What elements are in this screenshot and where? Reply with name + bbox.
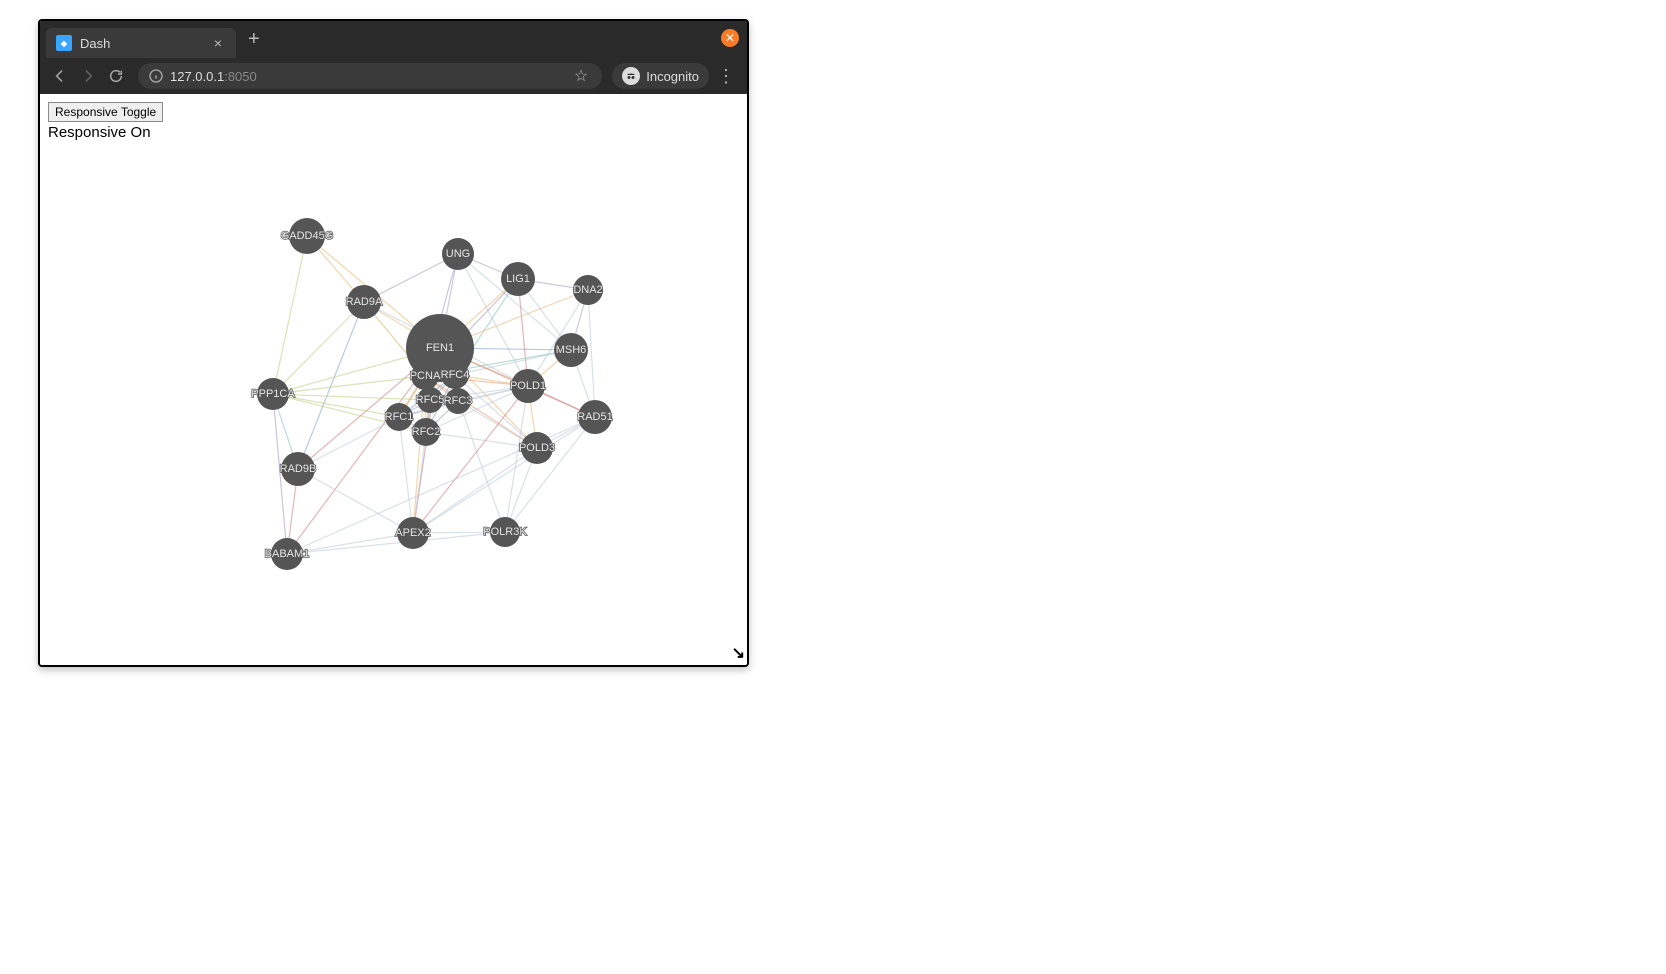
svg-text:UNG: UNG — [446, 248, 470, 260]
graph-node-polr3k[interactable]: POLR3K — [483, 517, 527, 547]
svg-text:RAD9B: RAD9B — [280, 463, 317, 475]
svg-text:RFC3: RFC3 — [444, 395, 473, 407]
url-port: :8050 — [224, 69, 257, 84]
incognito-badge[interactable]: Incognito — [612, 63, 709, 89]
incognito-icon — [622, 67, 640, 85]
browser-menu-icon[interactable]: ⋮ — [713, 67, 739, 85]
reload-button[interactable] — [104, 64, 128, 88]
window-close-icon[interactable]: ✕ — [721, 29, 739, 47]
graph-node-babam1[interactable]: BABAM1 — [265, 538, 310, 570]
favicon-icon: ◆ — [56, 35, 72, 51]
svg-text:FEN1: FEN1 — [426, 342, 454, 354]
graph-edge[interactable] — [298, 417, 399, 469]
browser-tab[interactable]: ◆ Dash × — [46, 28, 236, 58]
new-tab-button[interactable]: + — [240, 26, 268, 53]
graph-node-pold1[interactable]: POLD1 — [510, 369, 546, 403]
graph-node-gadd45g[interactable]: GADD45G — [281, 218, 334, 254]
page-content: Responsive Toggle Responsive On GADD45GU… — [40, 94, 747, 665]
svg-text:GADD45G: GADD45G — [281, 230, 334, 242]
graph-node-rad9b[interactable]: RAD9B — [280, 452, 317, 486]
graph-edge[interactable] — [273, 302, 364, 394]
svg-text:PCNA: PCNA — [410, 370, 441, 382]
svg-text:RFC4: RFC4 — [441, 369, 470, 381]
graph-node-dna2[interactable]: DNA2 — [573, 275, 603, 305]
graph-edge[interactable] — [273, 376, 425, 394]
browser-toolbar: 127.0.0.1:8050 ☆ Incognito ⋮ — [40, 58, 747, 94]
forward-button[interactable] — [76, 64, 100, 88]
svg-text:POLD1: POLD1 — [510, 380, 546, 392]
browser-window: ◆ Dash × + ✕ 127.0.0.1:8050 — [38, 19, 749, 667]
url-host: 127.0.0.1 — [170, 69, 224, 84]
graph-node-rfc1[interactable]: RFC1 — [385, 403, 414, 431]
graph-node-rad51[interactable]: RAD51 — [577, 400, 612, 434]
svg-text:RFC2: RFC2 — [412, 426, 441, 438]
site-info-icon[interactable] — [148, 68, 164, 84]
graph-edge[interactable] — [505, 417, 595, 532]
svg-text:LIG1: LIG1 — [506, 273, 530, 285]
graph-node-ung[interactable]: UNG — [442, 238, 474, 270]
graph-edge[interactable] — [273, 394, 430, 400]
resize-handle-icon[interactable]: ↘ — [732, 643, 745, 663]
cytoscape-graph[interactable]: GADD45G UNG LIG1 DNA2 RAD9A FEN1 MSH6 PCNARFC4 P… — [40, 94, 747, 665]
svg-text:PPP1CA: PPP1CA — [251, 388, 295, 400]
svg-text:RFC5: RFC5 — [416, 394, 445, 406]
svg-text:RAD9A: RAD9A — [346, 296, 383, 308]
graph-edge[interactable] — [298, 302, 364, 469]
graph-edge[interactable] — [505, 386, 528, 532]
back-button[interactable] — [48, 64, 72, 88]
tab-close-icon[interactable]: × — [210, 34, 226, 52]
tab-strip: ◆ Dash × + ✕ — [40, 21, 747, 58]
bookmark-star-icon[interactable]: ☆ — [574, 66, 588, 86]
graph-node-rfc5[interactable]: RFC5 — [416, 387, 445, 413]
graph-edge[interactable] — [588, 290, 595, 417]
incognito-label: Incognito — [646, 69, 699, 84]
graph-edge[interactable] — [413, 448, 537, 533]
graph-edge[interactable] — [273, 236, 307, 394]
address-bar[interactable]: 127.0.0.1:8050 ☆ — [138, 63, 602, 89]
svg-text:POLD3: POLD3 — [519, 442, 555, 454]
svg-text:BABAM1: BABAM1 — [265, 548, 310, 560]
graph-node-msh6[interactable]: MSH6 — [554, 333, 588, 367]
tab-title: Dash — [80, 36, 110, 51]
svg-text:RFC1: RFC1 — [385, 411, 414, 423]
graph-node-apex2[interactable]: APEX2 — [395, 517, 430, 549]
svg-text:MSH6: MSH6 — [556, 344, 587, 356]
graph-node-rad9a[interactable]: RAD9A — [346, 285, 383, 319]
svg-text:APEX2: APEX2 — [395, 527, 430, 539]
svg-text:POLR3K: POLR3K — [483, 526, 527, 538]
graph-node-ppp1ca[interactable]: PPP1CA — [251, 378, 295, 410]
svg-text:DNA2: DNA2 — [573, 284, 602, 296]
graph-node-lig1[interactable]: LIG1 — [501, 262, 535, 296]
svg-text:RAD51: RAD51 — [577, 411, 612, 423]
